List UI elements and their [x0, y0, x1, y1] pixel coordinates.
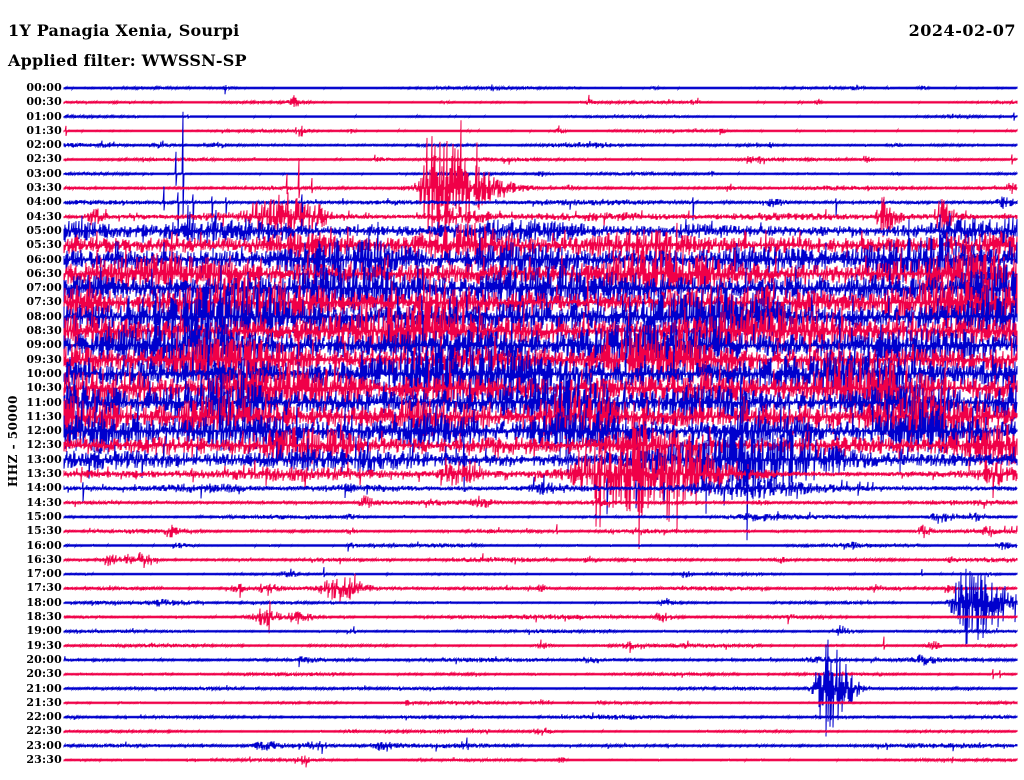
- trace-row-20:00: [63, 654, 1018, 668]
- helicorder-plot: [63, 84, 1018, 768]
- trace-row-01:30: [63, 125, 1018, 137]
- trace-row-17:00: [63, 567, 1018, 579]
- trace-row-17:30: [63, 573, 1018, 602]
- trace-row-20:30: [63, 669, 1018, 680]
- trace-row-02:00: [63, 140, 1018, 149]
- trace-row-23:00: [63, 737, 1018, 754]
- trace-row-22:00: [63, 712, 1018, 721]
- trace-row-02:30: [63, 154, 1018, 165]
- trace-row-21:00: [63, 639, 1018, 737]
- trace-row-19:30: [63, 636, 1018, 653]
- trace-row-21:30: [63, 699, 1018, 706]
- trace-row-18:00: [63, 568, 1018, 647]
- trace-row-16:00: [63, 541, 1018, 552]
- trace-row-01:00: [63, 112, 1018, 121]
- trace-row-22:30: [63, 727, 1018, 736]
- trace-row-00:00: [63, 84, 1018, 95]
- trace-row-16:30: [63, 551, 1018, 569]
- trace-row-15:00: [63, 511, 1018, 524]
- helicorder-page: 1Y Panagia Xenia, Sourpi Applied filter:…: [0, 0, 1024, 780]
- trace-row-15:30: [63, 524, 1018, 539]
- trace-row-00:30: [63, 94, 1018, 107]
- trace-row-14:30: [63, 495, 1018, 509]
- trace-row-19:00: [63, 625, 1018, 636]
- trace-row-23:30: [63, 755, 1018, 768]
